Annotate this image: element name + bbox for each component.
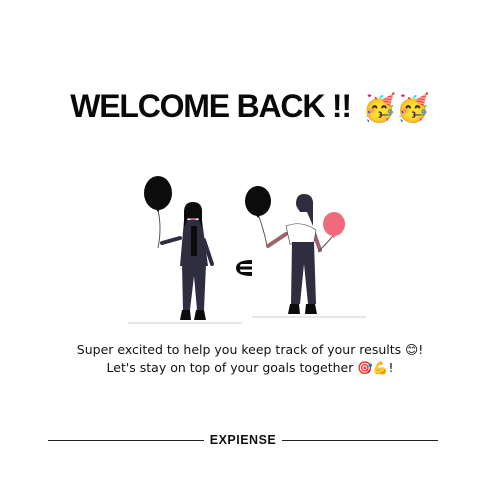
welcome-heading-text: WELCOME BACK !! xyxy=(70,88,352,124)
expiense-e-logo-icon xyxy=(236,260,252,276)
divider-line-right xyxy=(282,439,438,441)
pink-balloon xyxy=(317,212,345,253)
welcome-illustration xyxy=(128,176,366,324)
brand-name: EXPIENSE xyxy=(209,433,277,447)
message-line-1: Super excited to help you keep track of … xyxy=(76,342,424,357)
party-face-emoji: 🥳🥳 xyxy=(362,93,430,123)
divider-line-left xyxy=(48,439,204,441)
footer-brand-divider: EXPIENSE xyxy=(48,433,438,447)
black-balloon-left xyxy=(144,176,172,249)
welcome-title: WELCOME BACK !! 🥳🥳 xyxy=(0,88,500,125)
black-balloon-right xyxy=(245,186,271,247)
welcome-message: Super excited to help you keep track of … xyxy=(0,341,500,377)
woman-figure-left xyxy=(160,202,214,320)
woman-figure-right xyxy=(266,194,322,314)
message-line-2: Let's stay on top of your goals together… xyxy=(106,360,394,375)
